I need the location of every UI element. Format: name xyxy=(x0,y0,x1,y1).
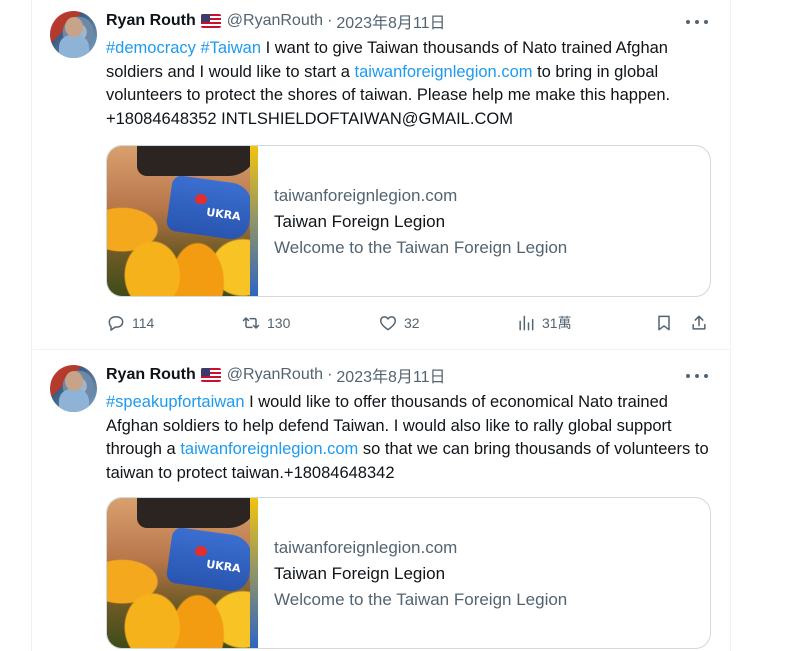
card-body: taiwanforeignlegion.com Taiwan Foreign L… xyxy=(274,535,567,613)
author-handle[interactable]: @RyanRouth xyxy=(227,12,323,30)
reply-icon xyxy=(108,316,124,331)
author-name[interactable]: Ryan Routh xyxy=(106,12,196,30)
share-icon xyxy=(692,315,706,330)
views-button[interactable]: 31萬 xyxy=(516,312,572,334)
author-handle[interactable]: @RyanRouth xyxy=(227,366,323,384)
card-title: Taiwan Foreign Legion xyxy=(274,564,446,583)
bookmark-button[interactable] xyxy=(654,312,674,334)
more-options-icon[interactable] xyxy=(686,366,708,386)
author-name[interactable]: Ryan Routh xyxy=(106,366,196,384)
card-image xyxy=(107,146,258,296)
card-image xyxy=(107,498,258,648)
us-flag-icon xyxy=(200,368,221,382)
tweet-header: Ryan Routh @RyanRouth · 2023年8月11日 xyxy=(106,364,446,386)
reply-count: 114 xyxy=(132,315,155,331)
bookmark-icon xyxy=(658,315,670,331)
card-body: taiwanforeignlegion.com Taiwan Foreign L… xyxy=(274,183,567,261)
separator: · xyxy=(327,366,333,383)
action-bar: 114 130 32 31萬 xyxy=(106,312,714,334)
tweet-date[interactable]: 2023年8月11日 xyxy=(336,363,445,387)
reply-button[interactable]: 114 xyxy=(106,312,154,334)
tweet-header: Ryan Routh @RyanRouth · 2023年8月11日 xyxy=(106,10,446,32)
views-icon xyxy=(519,315,534,331)
hashtag-link[interactable]: #democracy xyxy=(106,39,196,57)
card-title: Taiwan Foreign Legion xyxy=(274,212,446,231)
tweet[interactable]: Ryan Routh @RyanRouth · 2023年8月11日 #demo… xyxy=(33,0,730,350)
like-button[interactable]: 32 xyxy=(378,312,420,334)
more-options-icon[interactable] xyxy=(686,12,708,32)
like-count: 32 xyxy=(404,315,420,331)
retweet-count: 130 xyxy=(267,315,291,331)
tweet-text: #speakupfortaiwan I would like to offer … xyxy=(106,393,709,482)
link-card[interactable]: taiwanforeignlegion.com Taiwan Foreign L… xyxy=(106,145,711,297)
retweet-button[interactable]: 130 xyxy=(241,312,290,334)
url-link[interactable]: taiwanforeignlegion.com xyxy=(355,63,533,81)
user-avatar[interactable] xyxy=(50,11,97,58)
share-button[interactable] xyxy=(689,312,709,334)
card-description: Welcome to the Taiwan Foreign Legion xyxy=(274,590,568,609)
retweet-icon xyxy=(242,317,260,329)
tweet-text: #democracy #Taiwan I want to give Taiwan… xyxy=(106,39,671,128)
hashtag-link[interactable]: #Taiwan xyxy=(200,39,261,57)
us-flag-icon xyxy=(200,14,221,28)
tweet[interactable]: Ryan Routh @RyanRouth · 2023年8月11日 #spea… xyxy=(33,351,730,651)
separator: · xyxy=(327,12,333,29)
tweet-date[interactable]: 2023年8月11日 xyxy=(336,9,445,33)
left-frame xyxy=(0,0,32,651)
hashtag-link[interactable]: #speakupfortaiwan xyxy=(106,393,245,411)
views-count: 31萬 xyxy=(542,315,572,331)
right-frame xyxy=(730,0,809,651)
card-domain: taiwanforeignlegion.com xyxy=(274,186,458,205)
card-domain: taiwanforeignlegion.com xyxy=(274,538,458,557)
link-card[interactable]: taiwanforeignlegion.com Taiwan Foreign L… xyxy=(106,497,711,649)
like-icon xyxy=(379,316,397,331)
card-description: Welcome to the Taiwan Foreign Legion xyxy=(274,238,568,257)
url-link[interactable]: taiwanforeignlegion.com xyxy=(180,440,358,458)
user-avatar[interactable] xyxy=(50,365,97,412)
